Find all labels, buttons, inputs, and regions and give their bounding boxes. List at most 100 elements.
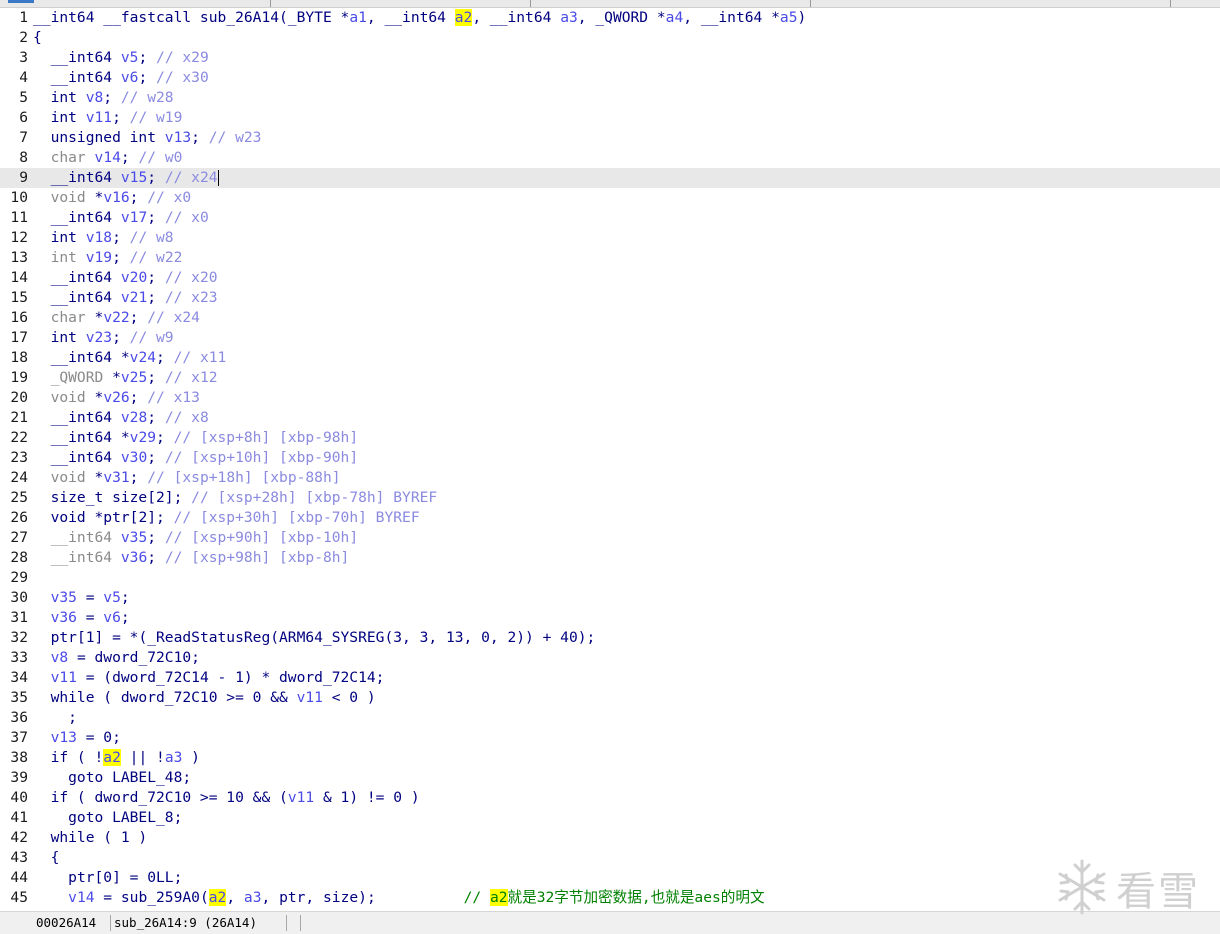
line-number: 29 [10,569,28,586]
code-line[interactable]: 11 __int64 v17; // x0 [0,208,1220,228]
code-line[interactable]: 44 ptr[0] = 0LL; [0,868,1220,888]
code-line[interactable]: 43 { [0,848,1220,868]
code-line[interactable]: 15 __int64 v21; // x23 [0,288,1220,308]
code-line[interactable]: 16 char *v22; // x24 [0,308,1220,328]
code-line[interactable]: 37 v13 = 0; [0,728,1220,748]
code-text: void *v26; // x13 [50,389,200,406]
code-line[interactable]: 26 void *ptr[2]; // [xsp+30h] [xbp-70h] … [0,508,1220,528]
code-line[interactable]: 18 __int64 *v24; // x11 [0,348,1220,368]
code-text: __int64 v21; // x23 [33,289,218,306]
code-line[interactable]: 2{ [0,28,1220,48]
code-line[interactable]: 31 v36 = v6; [0,608,1220,628]
code-text: void *ptr[2]; // [xsp+30h] [xbp-70h] BYR… [33,509,420,526]
line-number: 1 [19,9,28,26]
code-line[interactable]: 5 int v8; // w28 [0,88,1220,108]
code-text: __int64 v15; // x24 [33,169,219,186]
status-bar: 00026A14 sub_26A14:9 (26A14) [0,911,1220,934]
code-line[interactable]: 33 v8 = dword_72C10; [0,648,1220,668]
code-line[interactable]: 8 char v14; // w0 [0,148,1220,168]
line-number: 7 [19,129,28,146]
code-line[interactable]: 40 if ( dword_72C10 >= 10 && (v11 & 1) !… [0,788,1220,808]
code-text: v8 = dword_72C10; [50,649,200,666]
code-text: v36 = v6; [50,609,130,626]
line-number: 25 [10,489,28,506]
line-number: 20 [10,389,28,406]
code-line[interactable]: 20 void *v26; // x13 [0,388,1220,408]
code-line[interactable]: 45 v14 = sub_259A0(a2, a3, ptr, size); /… [0,888,1220,908]
code-line[interactable]: 34 v11 = (dword_72C14 - 1) * dword_72C14… [0,668,1220,688]
tab-divider [530,0,531,7]
code-text: int v19; // w22 [50,249,183,266]
line-number: 41 [10,809,28,826]
code-line[interactable]: 22 __int64 *v29; // [xsp+8h] [xbp-98h] [0,428,1220,448]
code-line[interactable]: 3 __int64 v5; // x29 [0,48,1220,68]
line-number: 17 [10,329,28,346]
code-line[interactable]: 38 if ( !a2 || !a3 ) [0,748,1220,768]
code-line[interactable]: 27 __int64 v35; // [xsp+90h] [xbp-10h] [0,528,1220,548]
code-line[interactable]: 1 __int64 __fastcall sub_26A14(_BYTE *a1,… [0,8,1220,28]
line-number: 19 [10,369,28,386]
code-text: v35 = v5; [50,589,130,606]
code-text: while ( 1 ) [33,829,148,846]
top-tab-strip [0,0,1220,8]
code-line[interactable]: 4 __int64 v6; // x30 [0,68,1220,88]
code-line[interactable]: 36 ; [0,708,1220,728]
tab-divider [810,0,811,7]
code-line[interactable]: 10 void *v16; // x0 [0,188,1220,208]
line-number: 26 [10,509,28,526]
line-number: 34 [10,669,28,686]
code-text: __int64 v36; // [xsp+98h] [xbp-8h] [50,549,350,566]
code-text: int v18; // w8 [33,229,174,246]
line-number: 6 [19,109,28,126]
code-line[interactable]: 7 unsigned int v13; // w23 [0,128,1220,148]
pseudocode-view[interactable]: 1 __int64 __fastcall sub_26A14(_BYTE *a1,… [0,8,1220,908]
line-number: 2 [19,29,28,46]
line-number: 43 [10,849,28,866]
line-number: 22 [10,429,28,446]
code-line[interactable]: 42 while ( 1 ) [0,828,1220,848]
status-location: sub_26A14:9 (26A14) [114,915,257,930]
code-text: ptr[1] = *(_ReadStatusReg(ARM64_SYSREG(3… [50,629,596,646]
code-text: __int64 v17; // x0 [33,209,209,226]
code-text: ; [33,709,77,726]
line-number: 38 [10,749,28,766]
code-text: void *v31; // [xsp+18h] [xbp-88h] [50,469,341,486]
code-text: __int64 v5; // x29 [33,49,209,66]
code-line[interactable]: 32 ptr[1] = *(_ReadStatusReg(ARM64_SYSRE… [0,628,1220,648]
code-line[interactable]: 30 v35 = v5; [0,588,1220,608]
line-number: 8 [19,149,28,166]
code-text: v13 = 0; [50,729,121,746]
code-text: v11 = (dword_72C14 - 1) * dword_72C14; [50,669,385,686]
code-line[interactable]: 9 __int64 v15; // x24 [0,168,1220,188]
line-number: 23 [10,449,28,466]
code-line[interactable]: 13 int v19; // w22 [0,248,1220,268]
line-number: 5 [19,89,28,106]
code-line[interactable]: 17 int v23; // w9 [0,328,1220,348]
code-text: if ( dword_72C10 >= 10 && (v11 & 1) != 0… [33,789,420,806]
code-line[interactable]: 19 _QWORD *v25; // x12 [0,368,1220,388]
code-line[interactable]: 28 __int64 v36; // [xsp+98h] [xbp-8h] [0,548,1220,568]
line-number: 28 [10,549,28,566]
code-line[interactable]: 29 [0,568,1220,588]
code-text: void *v16; // x0 [50,189,192,206]
code-line[interactable]: 35 while ( dword_72C10 >= 0 && v11 < 0 ) [0,688,1220,708]
line-number: 4 [19,69,28,86]
code-line[interactable]: 14 __int64 v20; // x20 [0,268,1220,288]
code-line[interactable]: 23 __int64 v30; // [xsp+10h] [xbp-90h] [0,448,1220,468]
code-line[interactable]: 24 void *v31; // [xsp+18h] [xbp-88h] [0,468,1220,488]
code-text: _QWORD *v25; // x12 [50,369,218,386]
code-line[interactable]: 21 __int64 v28; // x8 [0,408,1220,428]
tab-indicator [8,0,34,3]
code-line[interactable]: 12 int v18; // w8 [0,228,1220,248]
code-text: __int64 v30; // [xsp+10h] [xbp-90h] [33,449,359,466]
line-number: 13 [10,249,28,266]
code-line[interactable]: 25 size_t size[2]; // [xsp+28h] [xbp-78h… [0,488,1220,508]
code-line[interactable]: 6 int v11; // w19 [0,108,1220,128]
code-line[interactable]: 39 goto LABEL_48; [0,768,1220,788]
line-number: 3 [19,49,28,66]
code-text: v14 = sub_259A0(a2, a3, ptr, size); // a… [68,889,765,906]
line-number: 35 [10,689,28,706]
code-line[interactable]: 41 goto LABEL_8; [0,808,1220,828]
tab-divider [270,0,271,7]
code-text: __int64 __fastcall sub_26A14(_BYTE *a1, … [33,9,807,26]
